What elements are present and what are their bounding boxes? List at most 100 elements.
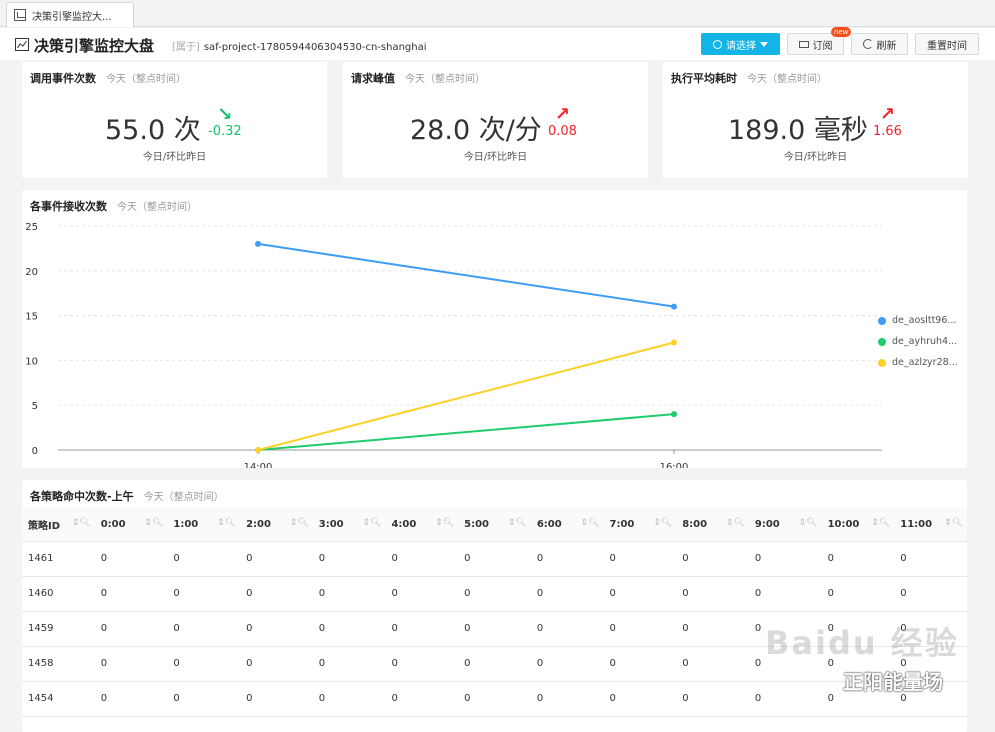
delta-value: 1.66	[873, 124, 902, 139]
stat-card-peak: 请求峰值 今天（整点时间） 28.0 次/分 ↗ 0.08 今日/环比昨日	[343, 62, 648, 178]
column-header-label: 7:00	[609, 518, 635, 530]
table-cell: 0	[312, 576, 386, 612]
y-tick-label: 15	[25, 312, 38, 323]
table-cell: 0	[603, 611, 677, 647]
sort-filter-icon[interactable]: ⇕🔍︎	[144, 518, 163, 528]
sort-filter-icon[interactable]: ⇕🔍︎	[726, 518, 745, 528]
table-cell: 1458	[22, 646, 95, 682]
tab-dashboard[interactable]: 决策引擎监控大...	[6, 2, 134, 27]
legend-dot	[878, 316, 886, 325]
column-header[interactable]: 1:00 ⇕🔍︎	[167, 508, 241, 542]
stat-title: 执行平均耗时	[671, 72, 737, 85]
column-header[interactable]: 11:00 ⇕🔍︎	[894, 508, 967, 542]
page-title: 决策引擎监控大盘	[34, 37, 155, 55]
column-header[interactable]: 5:00 ⇕🔍︎	[458, 508, 531, 542]
table-cell: 0	[385, 576, 459, 612]
table-cell: 0	[530, 541, 604, 577]
column-header[interactable]: 0:00 ⇕🔍︎	[94, 508, 168, 542]
data-point	[671, 339, 677, 346]
table-cell: 0	[821, 646, 895, 682]
sort-filter-icon[interactable]: ⇕🔍︎	[508, 518, 527, 528]
table-cell: 0	[240, 576, 313, 612]
y-tick-label: 5	[32, 401, 38, 412]
stat-value: 28.0 次/分	[410, 115, 542, 146]
legend-item[interactable]: de_aosltt96...	[878, 310, 958, 331]
stat-sub: 今天（整点时间）	[405, 74, 485, 85]
sort-filter-icon[interactable]: ⇕🔍︎	[362, 518, 381, 528]
legend-item[interactable]: de_ayhruh4...	[878, 331, 958, 352]
table-cell: 0	[748, 681, 822, 717]
select-label: 请选择	[726, 40, 756, 52]
refresh-button[interactable]: 刷新	[851, 33, 908, 55]
sort-filter-icon[interactable]: ⇕🔍︎	[435, 518, 454, 528]
stat-delta: ↗ 0.08	[548, 106, 577, 140]
arrow-down-icon: ↘	[217, 104, 233, 125]
column-header[interactable]: 9:00 ⇕🔍︎	[748, 508, 822, 542]
reset-time-button[interactable]: 重置时间	[915, 33, 979, 55]
chart-legend: de_aosltt96... de_ayhruh4... de_azlzyr28..…	[878, 310, 958, 373]
column-header-label: 策略ID	[28, 520, 61, 532]
sort-filter-icon[interactable]: ⇕🔍︎	[871, 518, 890, 528]
sort-filter-icon[interactable]: ⇕🔍︎	[653, 518, 672, 528]
x-tick-label: 16:00	[660, 462, 689, 468]
legend-dot	[878, 337, 886, 346]
sort-filter-icon[interactable]: ⇕🔍︎	[290, 518, 309, 528]
stat-delta: ↘ -0.32	[208, 104, 242, 140]
column-header[interactable]: 7:00 ⇕🔍︎	[603, 508, 677, 542]
delta-value: 0.08	[548, 124, 577, 139]
table-cell: 0	[94, 681, 168, 717]
table-cell: 0	[821, 576, 895, 612]
column-header[interactable]: 4:00 ⇕🔍︎	[385, 508, 459, 542]
time-select-button[interactable]: 请选择	[701, 33, 780, 55]
column-header[interactable]: 8:00 ⇕🔍︎	[676, 508, 749, 542]
table-cell: 0	[676, 611, 749, 647]
legend-item[interactable]: de_azlzyr28...	[878, 352, 958, 373]
table-cell: 0	[167, 681, 241, 717]
data-point	[255, 447, 261, 453]
table-cell: 0	[603, 646, 677, 682]
table-body: 1461 0 0 0 0 0 0 0 0 0 0 0 0 1460 0 0 0 0 0 0 0 0 0 0 0 0 1459 0 0 0 0…	[22, 541, 967, 717]
sort-filter-icon[interactable]: ⇕🔍︎	[944, 518, 963, 528]
stat-delta: ↗ 1.66	[873, 106, 902, 140]
stat-value: 189.0 毫秒	[728, 115, 868, 146]
legend-label: de_ayhruh4...	[892, 336, 958, 347]
table-cell: 0	[167, 576, 241, 612]
series-line	[257, 242, 675, 308]
sort-filter-icon[interactable]: ⇕🔍︎	[72, 518, 91, 528]
column-header[interactable]: 6:00 ⇕🔍︎	[530, 508, 604, 542]
table-header-row: 策略ID ⇕🔍︎ 0:00 ⇕🔍︎ 1:00 ⇕🔍︎ 2:00 ⇕🔍︎ 3:00 ⇕🔍︎ 4:00 ⇕…	[22, 508, 967, 542]
table-cell: 0	[603, 541, 677, 577]
column-header[interactable]: 3:00 ⇕🔍︎	[312, 508, 386, 542]
strategy-hits-table: 策略ID ⇕🔍︎ 0:00 ⇕🔍︎ 1:00 ⇕🔍︎ 2:00 ⇕🔍︎ 3:00 ⇕🔍︎ 4:00 ⇕…	[22, 508, 967, 717]
column-header[interactable]: 2:00 ⇕🔍︎	[240, 508, 313, 542]
y-tick-label: 10	[25, 356, 38, 367]
project-name: saf-project-1780594406304530-cn-shanghai	[203, 42, 427, 53]
y-tick-label: 20	[25, 267, 38, 278]
table-cell: 0	[94, 541, 168, 577]
column-header-label: 0:00	[100, 518, 126, 530]
stat-note: 今日/环比昨日	[142, 152, 207, 163]
table-cell: 0	[894, 681, 967, 717]
refresh-icon	[862, 39, 873, 49]
stat-sub: 今天（整点时间）	[106, 74, 186, 85]
table-cell: 0	[167, 541, 241, 577]
tab-bar: 决策引擎监控大...	[0, 0, 995, 27]
column-header[interactable]: 策略ID ⇕🔍︎	[22, 508, 95, 542]
table-cell: 0	[94, 611, 168, 647]
caret-down-icon	[760, 41, 768, 47]
stat-value: 55.0 次	[105, 115, 201, 146]
table-cell: 0	[603, 681, 677, 717]
table-cell: 0	[676, 541, 749, 577]
table-cell: 0	[821, 541, 895, 577]
sort-filter-icon[interactable]: ⇕🔍︎	[217, 518, 236, 528]
sort-filter-icon[interactable]: ⇕🔍︎	[581, 518, 600, 528]
events-chart-card: 各事件接收次数 今天（整点时间） 0 5 10 15 20 25 14:00 16:00 de_…	[22, 190, 967, 468]
y-tick-label: 25	[25, 222, 38, 233]
dashboard-main: 决策引擎监控大盘 [属于] saf-project-178059440630453…	[0, 27, 995, 732]
column-header[interactable]: 10:00 ⇕🔍︎	[821, 508, 895, 542]
table-row: 1460 0 0 0 0 0 0 0 0 0 0 0 0	[22, 576, 967, 612]
stat-title: 调用事件次数	[30, 72, 96, 85]
chart-icon	[14, 9, 26, 21]
sort-filter-icon[interactable]: ⇕🔍︎	[799, 518, 818, 528]
refresh-label: 刷新	[876, 40, 897, 52]
